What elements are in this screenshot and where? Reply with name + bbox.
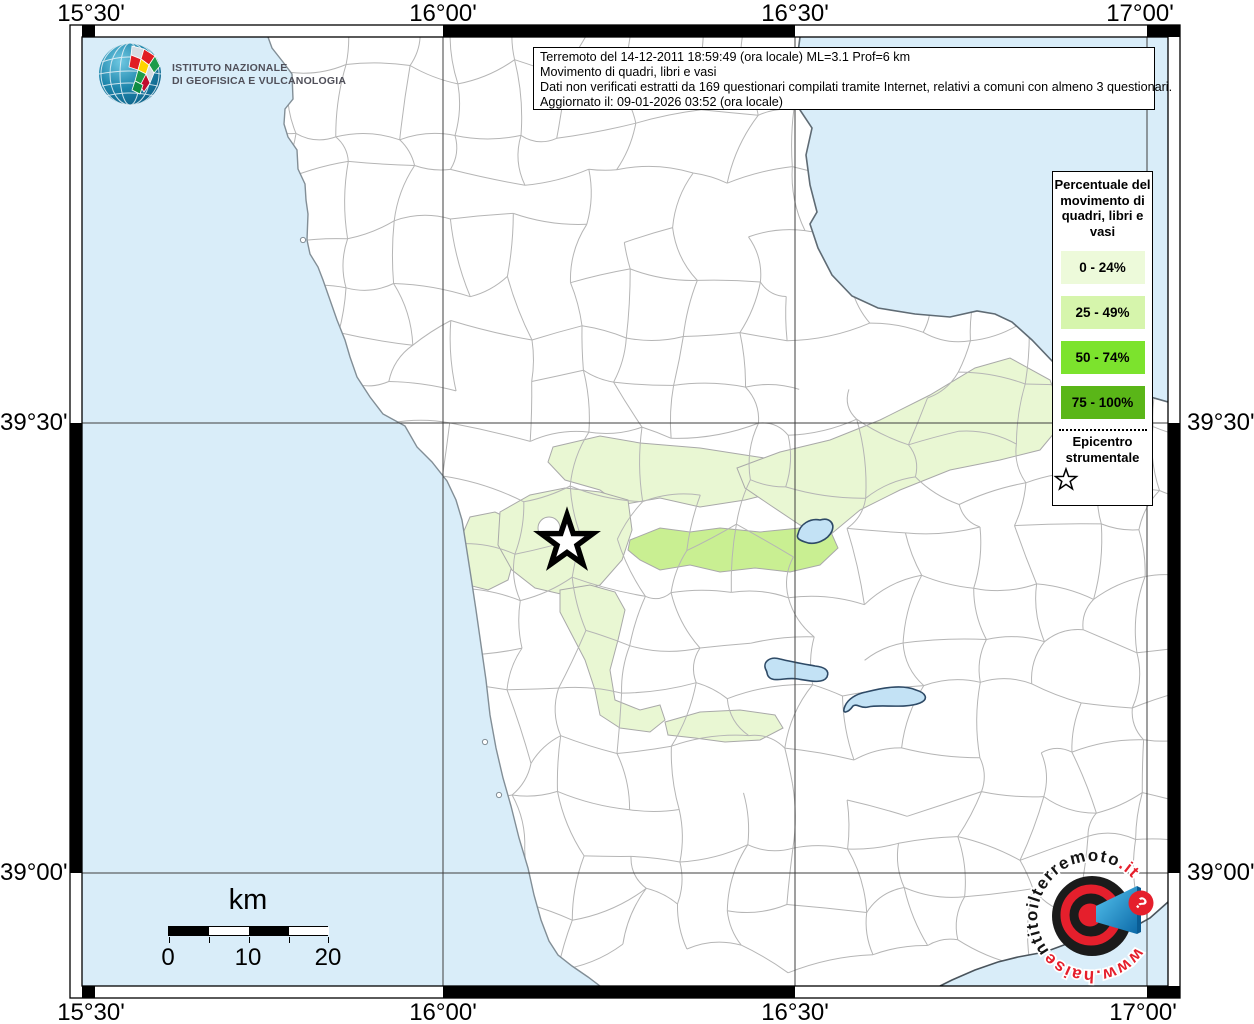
- info-line-movement: Movimento di quadri, libri e vasi: [540, 64, 717, 79]
- legend-swatch-1: 25 - 49%: [1060, 296, 1145, 329]
- axis-label-top-1: 16°00': [409, 0, 477, 27]
- boundary-line: [1201, 583, 1209, 644]
- boundary-line: [1186, 644, 1209, 690]
- boundary-line: [1186, 499, 1210, 546]
- axis-label-right-1: 39°00': [1187, 859, 1254, 886]
- boundary-line: [46, 27, 68, 58]
- legend-divider: [1058, 429, 1147, 431]
- coast-marker: [299, 236, 307, 244]
- boundary-line: [51, 890, 65, 967]
- page-root: ? www.haisentitoilterremoto.it 15°30' 16…: [0, 0, 1254, 1024]
- boundary-line: [1203, 810, 1208, 845]
- boundary-line: [44, 705, 60, 755]
- boundary-line: [1204, 733, 1209, 810]
- legend-swatch-3: 75 - 100%: [1060, 386, 1145, 419]
- coast-marker: [481, 738, 489, 746]
- boundary-line: [1209, 213, 1216, 269]
- scale-tick-label-20: 20: [314, 944, 342, 971]
- scale-tick-label-10: 10: [234, 944, 262, 971]
- map-inner: [43, 6, 1217, 986]
- ingv-name: ISTITUTO NAZIONALE DI GEOFISICA E VULCAN…: [172, 62, 346, 88]
- scale-bar-segments: [168, 926, 329, 943]
- boundary-line: [701, 10, 749, 14]
- boundary-line: [1186, 546, 1201, 583]
- star-icon: [1053, 467, 1079, 491]
- boundary-line: [1197, 315, 1215, 399]
- legend-epicenter-label: Epicentro strumentale: [1065, 434, 1140, 465]
- boundary-line: [1186, 690, 1205, 733]
- axis-label-bottom-3: 17°00': [1109, 999, 1177, 1024]
- ingv-name-line1: ISTITUTO NAZIONALE: [172, 62, 288, 74]
- ingv-globe-icon: [98, 42, 162, 106]
- info-line-data: Dati non verificati estratti da 169 ques…: [540, 79, 1173, 94]
- boundary-line: [43, 755, 59, 800]
- boundary-line: [55, 281, 60, 343]
- boundary-line: [584, 855, 632, 857]
- axis-label-right-0: 39°30': [1187, 409, 1254, 436]
- axis-label-bottom-2: 16°30': [761, 999, 829, 1024]
- axis-label-left-1: 39°00': [0, 859, 68, 886]
- axis-label-top-3: 17°00': [1106, 0, 1174, 27]
- axis-label-left-0: 39°30': [0, 409, 68, 436]
- info-box: Terremoto del 14-12-2011 18:59:49 (ora l…: [533, 47, 1173, 110]
- legend: Percentuale del movimento di quadri, lib…: [1052, 171, 1153, 506]
- ingv-name-line2: DI GEOFISICA E VULCANOLOGIA: [172, 75, 347, 87]
- boundary-line: [285, 7, 347, 14]
- legend-title: Percentuale del movimento di quadri, lib…: [1054, 177, 1151, 239]
- axis-label-top-2: 16°30': [761, 0, 829, 27]
- info-line-updated: Aggiornato il: 09-01-2026 03:52 (ora loc…: [540, 94, 783, 109]
- boundary-line: [909, 6, 973, 14]
- boundary-line: [347, 14, 419, 23]
- legend-star: [1053, 467, 1152, 491]
- info-line-event: Terremoto del 14-12-2011 18:59:49 (ora l…: [540, 50, 911, 64]
- boundary-line: [1212, 36, 1217, 66]
- boundary-line: [1205, 899, 1207, 965]
- scale-unit-label: km: [228, 884, 268, 916]
- legend-swatch-2: 50 - 74%: [1060, 341, 1145, 374]
- scale-tick-label-0: 0: [161, 944, 175, 971]
- map-canvas: ? www.haisentitoilterremoto.it: [43, 6, 1217, 999]
- scale-bar: km 0 10 20: [161, 884, 341, 971]
- boundary-line: [1202, 66, 1217, 111]
- boundary-line: [47, 502, 55, 545]
- boundary-line: [43, 800, 50, 862]
- boundary-line: [44, 627, 72, 705]
- axis-label-bottom-1: 16°00': [409, 999, 477, 1024]
- boundary-line: [55, 232, 63, 281]
- axis-label-bottom-0: 15°30': [57, 999, 125, 1024]
- coast-marker: [495, 791, 503, 799]
- axis-label-top-0: 15°30': [57, 0, 125, 27]
- legend-swatch-0: 0 - 24%: [1060, 251, 1145, 284]
- boundary-line: [1183, 112, 1201, 188]
